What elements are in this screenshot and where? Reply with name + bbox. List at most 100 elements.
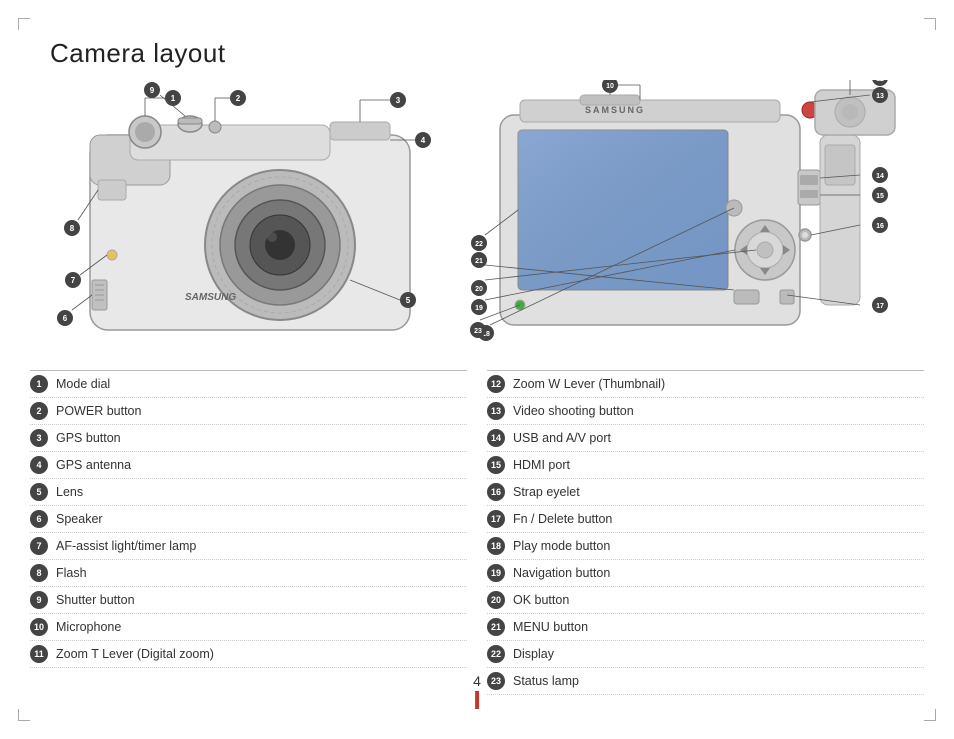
svg-text:SAMSUNG: SAMSUNG: [585, 105, 645, 115]
svg-text:SAMSUNG: SAMSUNG: [185, 292, 236, 303]
svg-text:8: 8: [70, 224, 75, 233]
right-labels-column: 12 Zoom W Lever (Thumbnail) 13 Video shooti…: [487, 370, 924, 695]
label-text: HDMI port: [513, 458, 570, 472]
label-text: GPS antenna: [56, 458, 131, 472]
svg-text:2: 2: [236, 94, 241, 103]
list-item: 5 Lens: [30, 479, 467, 506]
corner-mark-tr: [924, 18, 936, 30]
svg-text:6: 6: [63, 314, 68, 323]
label-number: 4: [30, 456, 48, 474]
labels-area: 1 Mode dial 2 POWER button 3 GPS button 4 GPS a…: [30, 370, 924, 695]
corner-mark-bl: [18, 709, 30, 721]
label-number: 19: [487, 564, 505, 582]
label-number: 21: [487, 618, 505, 636]
camera-back-diagram: SAMSUNG 10 11 12 13: [470, 80, 930, 360]
list-item: 4 GPS antenna: [30, 452, 467, 479]
svg-text:20: 20: [475, 286, 483, 293]
label-text: Zoom T Lever (Digital zoom): [56, 647, 214, 661]
label-number: 13: [487, 402, 505, 420]
label-text: Fn / Delete button: [513, 512, 612, 526]
label-text: Speaker: [56, 512, 103, 526]
label-number: 16: [487, 483, 505, 501]
svg-text:4: 4: [421, 136, 426, 145]
svg-text:22: 22: [475, 241, 483, 248]
label-text: GPS button: [56, 431, 121, 445]
corner-mark-br: [924, 709, 936, 721]
label-text: Microphone: [56, 620, 121, 634]
svg-text:14: 14: [876, 173, 884, 180]
svg-text:16: 16: [876, 223, 884, 230]
label-number: 10: [30, 618, 48, 636]
svg-text:21: 21: [475, 258, 483, 265]
svg-text:23: 23: [474, 328, 482, 335]
list-item: 10 Microphone: [30, 614, 467, 641]
list-item: 2 POWER button: [30, 398, 467, 425]
camera-front-svg: SAMSUNG 1 2 3 4 5: [30, 80, 470, 350]
label-number: 2: [30, 402, 48, 420]
list-item: 6 Speaker: [30, 506, 467, 533]
list-item: 11 Zoom T Lever (Digital zoom): [30, 641, 467, 668]
label-text: Lens: [56, 485, 83, 499]
label-number: 1: [30, 375, 48, 393]
list-item: 18 Play mode button: [487, 533, 924, 560]
list-item: 8 Flash: [30, 560, 467, 587]
svg-text:15: 15: [876, 193, 884, 200]
svg-text:19: 19: [475, 305, 483, 312]
label-text: Shutter button: [56, 593, 135, 607]
label-number: 12: [487, 375, 505, 393]
label-number: 20: [487, 591, 505, 609]
list-item: 21 MENU button: [487, 614, 924, 641]
label-text: Video shooting button: [513, 404, 634, 418]
label-text: Display: [513, 647, 554, 661]
list-item: 7AF-assist light/timer lamp: [30, 533, 467, 560]
label-text: POWER button: [56, 404, 141, 418]
corner-mark-tl: [18, 18, 30, 30]
label-number: 8: [30, 564, 48, 582]
label-number: 23: [487, 672, 505, 690]
label-number: 11: [30, 645, 48, 663]
page-number-area: 4: [473, 673, 481, 709]
list-item: 15 HDMI port: [487, 452, 924, 479]
left-labels-column: 1 Mode dial 2 POWER button 3 GPS button 4 GPS a…: [30, 370, 467, 695]
list-item: 22Display: [487, 641, 924, 668]
camera-back-svg: SAMSUNG 10 11 12 13: [470, 80, 930, 350]
label-number: 5: [30, 483, 48, 501]
label-number: 6: [30, 510, 48, 528]
svg-text:12: 12: [876, 80, 884, 83]
label-text: Flash: [56, 566, 87, 580]
label-text: Play mode button: [513, 539, 610, 553]
list-item: 9 Shutter button: [30, 587, 467, 614]
label-number: 14: [487, 429, 505, 447]
svg-text:1: 1: [171, 94, 176, 103]
cameras-area: SAMSUNG 1 2 3 4 5: [30, 80, 924, 360]
list-item: 13 Video shooting button: [487, 398, 924, 425]
label-text: AF-assist light/timer lamp: [56, 539, 196, 553]
label-text: OK button: [513, 593, 569, 607]
label-number: 9: [30, 591, 48, 609]
list-item: 1 Mode dial: [30, 370, 467, 398]
list-item: 23 Status lamp: [487, 668, 924, 695]
list-item: 3 GPS button: [30, 425, 467, 452]
list-item: 19 Navigation button: [487, 560, 924, 587]
label-text: MENU button: [513, 620, 588, 634]
label-text: Zoom W Lever (Thumbnail): [513, 377, 665, 391]
list-item: 20 OK button: [487, 587, 924, 614]
label-text: Mode dial: [56, 377, 110, 391]
svg-text:17: 17: [876, 303, 884, 310]
label-text: Navigation button: [513, 566, 610, 580]
page-number-bar: [475, 691, 479, 709]
list-item: 12 Zoom W Lever (Thumbnail): [487, 370, 924, 398]
label-text: Status lamp: [513, 674, 579, 688]
list-item: 16 Strap eyelet: [487, 479, 924, 506]
svg-text:9: 9: [150, 86, 155, 95]
svg-text:3: 3: [396, 96, 401, 105]
label-number: 3: [30, 429, 48, 447]
svg-text:13: 13: [876, 93, 884, 100]
label-number: 18: [487, 537, 505, 555]
camera-front-diagram: SAMSUNG 1 2 3 4 5: [30, 80, 470, 360]
label-number: 15: [487, 456, 505, 474]
label-number: 17: [487, 510, 505, 528]
label-text: Strap eyelet: [513, 485, 580, 499]
page-number-text: 4: [473, 673, 481, 689]
list-item: 17 Fn / Delete button: [487, 506, 924, 533]
